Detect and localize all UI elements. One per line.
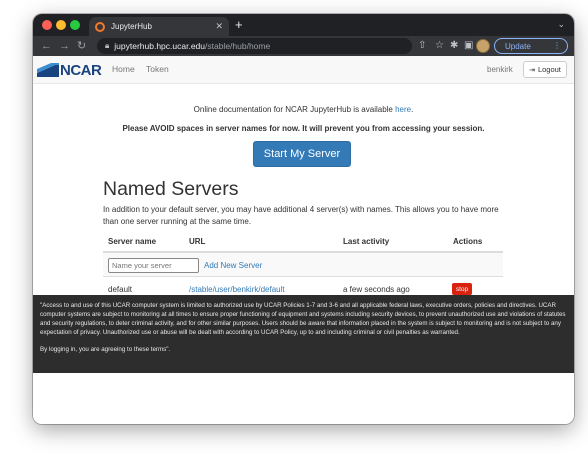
tab-title: JupyterHub [111, 22, 152, 31]
server-name-default: default [108, 285, 133, 294]
new-tab-icon[interactable]: + [235, 17, 243, 33]
lock-icon[interactable]: 🔒︎ [105, 41, 109, 51]
update-button[interactable]: Update ⋮ [494, 38, 568, 54]
stop-server-button[interactable]: stop [452, 283, 472, 295]
forward-arrow-icon[interactable]: → [59, 39, 70, 53]
header-server-name: Server name [108, 237, 157, 246]
named-servers-description: In addition to your default server, you … [103, 205, 499, 226]
server-url-link[interactable]: /stable/user/benkirk/default [189, 285, 285, 294]
share-icon[interactable]: ⇧ [418, 39, 426, 53]
docs-here-link[interactable]: here [395, 105, 411, 114]
profile-avatar-icon[interactable] [476, 39, 490, 53]
header-url: URL [189, 237, 206, 246]
menu-dots-icon[interactable]: ⋮ [553, 41, 561, 50]
browser-window: JupyterHub ✕ + ⌄ ← → ↻ 🔒︎ jupyterhub.hpc… [33, 14, 574, 424]
nav-token-link[interactable]: Token [146, 64, 169, 74]
url-host: jupyterhub.hpc.ucar.edu [114, 41, 205, 51]
add-new-server-link[interactable]: Add New Server [204, 261, 262, 270]
server-name-input[interactable] [108, 258, 199, 273]
named-servers-heading: Named Servers [103, 178, 239, 200]
reload-icon[interactable]: ↻ [77, 39, 86, 53]
url-path: /stable/hub/home [205, 41, 271, 51]
add-server-row: Add New Server [103, 251, 503, 276]
ncar-logo[interactable]: NCAR [37, 61, 102, 79]
tab-strip: JupyterHub ✕ + ⌄ [33, 14, 574, 36]
header-actions: Actions [453, 237, 483, 246]
terms-text: "Access to and use of this UCAR computer… [40, 302, 566, 336]
update-label: Update [505, 41, 531, 51]
logout-icon: ⇥ [529, 66, 535, 74]
address-bar[interactable]: 🔒︎ jupyterhub.hpc.ucar.edu /stable/hub/h… [97, 38, 412, 54]
screenshot-stage: JupyterHub ✕ + ⌄ ← → ↻ 🔒︎ jupyterhub.hpc… [0, 0, 588, 454]
documentation-notice: Online documentation for NCAR JupyterHub… [33, 105, 574, 114]
table-header-row: Server name URL Last activity Actions [103, 231, 503, 251]
jupyter-favicon-icon [95, 21, 105, 32]
header-last-activity: Last activity [343, 237, 390, 246]
maximize-window-button[interactable] [70, 20, 80, 30]
page-content: NCAR Home Token benkirk ⇥ Logout Online … [33, 56, 574, 424]
username-label: benkirk [487, 65, 513, 74]
close-window-button[interactable] [42, 20, 52, 30]
jupyterhub-navbar: NCAR Home Token benkirk ⇥ Logout [33, 56, 574, 84]
terms-footer: "Access to and use of this UCAR computer… [33, 295, 574, 373]
terms-agreement: By logging in, you are agreeing to these… [40, 346, 171, 353]
browser-toolbar: ← → ↻ 🔒︎ jupyterhub.hpc.ucar.edu /stable… [33, 36, 574, 56]
logout-button[interactable]: ⇥ Logout [523, 61, 567, 78]
named-servers-table: Server name URL Last activity Actions Ad… [103, 231, 503, 300]
star-icon[interactable]: ☆ [435, 39, 444, 53]
logout-label: Logout [537, 65, 561, 74]
extensions-icon[interactable]: ✱ [450, 39, 458, 53]
tab-close-icon[interactable]: ✕ [215, 21, 223, 32]
avoid-spaces-warning: Please AVOID spaces in server names for … [122, 124, 485, 133]
tab-search-icon[interactable]: ⌄ [557, 19, 565, 30]
ncar-logo-mark-icon [37, 63, 59, 77]
back-arrow-icon[interactable]: ← [41, 39, 52, 53]
browser-tab-jupyterhub[interactable]: JupyterHub ✕ [89, 17, 229, 36]
minimize-window-button[interactable] [56, 20, 66, 30]
sidebar-icon[interactable]: ▣ [464, 39, 473, 53]
nav-home-link[interactable]: Home [112, 64, 135, 74]
docs-text: Online documentation for NCAR JupyterHub… [193, 105, 396, 114]
ncar-logo-text: NCAR [60, 61, 102, 79]
start-my-server-button[interactable]: Start My Server [253, 141, 351, 167]
last-activity-value: a few seconds ago [343, 285, 410, 294]
docs-period: . [411, 105, 414, 114]
